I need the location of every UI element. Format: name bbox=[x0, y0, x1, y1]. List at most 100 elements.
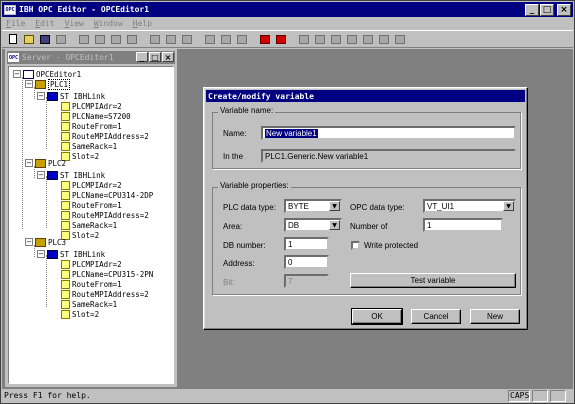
db-number-input[interactable]: 1 bbox=[284, 237, 329, 251]
maximize-button[interactable]: □ bbox=[540, 4, 554, 16]
opc-data-type-select[interactable]: VT_UI1 ▼ bbox=[423, 199, 516, 213]
tree-node-link[interactable]: − ST IBHLink bbox=[37, 249, 105, 259]
dropdown-arrow-icon[interactable]: ▼ bbox=[329, 220, 340, 230]
add-button-2[interactable] bbox=[92, 32, 107, 46]
tree-node-link[interactable]: − ST IBHLink bbox=[37, 170, 105, 180]
tools-button-1[interactable] bbox=[218, 32, 233, 46]
delete-button[interactable] bbox=[124, 32, 139, 46]
tree-node-variable[interactable]: RouteFrom=1 bbox=[61, 279, 122, 289]
tree-node-label: PLC2 bbox=[48, 158, 67, 168]
collapse-icon[interactable]: − bbox=[25, 159, 33, 167]
ok-button[interactable]: OK bbox=[351, 308, 403, 325]
address-input[interactable]: 0 bbox=[284, 255, 329, 269]
server-minimize-button[interactable]: _ bbox=[136, 52, 148, 62]
dropdown-arrow-icon[interactable]: ▼ bbox=[503, 201, 514, 211]
paste-icon bbox=[181, 34, 192, 44]
tree-node-variable[interactable]: RouteFrom=1 bbox=[61, 121, 122, 131]
print-icon bbox=[55, 34, 66, 44]
in-the-label: In the bbox=[223, 152, 244, 161]
menu-view[interactable]: View bbox=[65, 19, 84, 28]
copy-button[interactable] bbox=[163, 32, 178, 46]
server-button-1[interactable] bbox=[328, 32, 343, 46]
menu-edit[interactable]: Edit bbox=[35, 19, 54, 28]
tree-node-variable[interactable]: PLCName=CPU315-2PN bbox=[61, 269, 153, 279]
tree-node-plc2[interactable]: − PLC2 bbox=[25, 158, 66, 168]
connect-icon bbox=[275, 34, 286, 44]
tree-node-label: RouteMPIAddress=2 bbox=[72, 289, 149, 299]
connect-button-1[interactable] bbox=[257, 32, 272, 46]
new-button[interactable] bbox=[5, 32, 20, 46]
tree-node-variable[interactable]: PLCMPIAdr=2 bbox=[61, 259, 122, 269]
collapse-icon[interactable]: − bbox=[13, 70, 21, 78]
tree-node-variable[interactable]: PLCMPIAdr=2 bbox=[61, 101, 122, 111]
minimize-button[interactable]: _ bbox=[525, 4, 539, 16]
tree-node-variable[interactable]: PLCMPIAdr=2 bbox=[61, 180, 122, 190]
tree-node-label: SameRack=1 bbox=[72, 299, 118, 309]
paste-button[interactable] bbox=[179, 32, 194, 46]
menu-window[interactable]: Window bbox=[94, 19, 123, 28]
tree-node-variable[interactable]: Slot=2 bbox=[61, 230, 99, 240]
collapse-icon[interactable]: − bbox=[37, 250, 45, 258]
test-button-2[interactable] bbox=[312, 32, 327, 46]
tools-icon bbox=[236, 34, 247, 44]
tools-button-2[interactable] bbox=[234, 32, 249, 46]
toolbar bbox=[2, 30, 573, 48]
server-button-2[interactable] bbox=[344, 32, 359, 46]
tree-node-root[interactable]: − OPCEditor1 bbox=[13, 69, 81, 79]
lock-button[interactable] bbox=[376, 32, 391, 46]
collapse-icon[interactable]: − bbox=[37, 92, 45, 100]
variable-icon bbox=[61, 269, 70, 279]
bit-input: 7 bbox=[284, 274, 329, 288]
server-button-3[interactable] bbox=[360, 32, 375, 46]
server-icon bbox=[23, 69, 34, 79]
dropdown-arrow-icon[interactable]: ▼ bbox=[329, 201, 340, 211]
server-maximize-button[interactable]: □ bbox=[149, 52, 161, 62]
tree-node-variable[interactable]: PLCName=S7200 bbox=[61, 111, 131, 121]
tree-node-plc3[interactable]: − PLC3 bbox=[25, 237, 66, 247]
area-select[interactable]: DB ▼ bbox=[284, 218, 342, 232]
write-protected-checkbox[interactable] bbox=[351, 241, 360, 250]
collapse-icon[interactable]: − bbox=[37, 171, 45, 179]
tree-node-variable[interactable]: SameRack=1 bbox=[61, 220, 117, 230]
cut-icon bbox=[149, 34, 160, 44]
tree-node-variable[interactable]: RouteMPIAddress=2 bbox=[61, 210, 149, 220]
print-button[interactable] bbox=[53, 32, 68, 46]
tree-node-variable[interactable]: PLCName=CPU314-2DP bbox=[61, 190, 153, 200]
status-text: Press F1 for help. bbox=[4, 391, 91, 400]
tree-node-label: ST IBHLink bbox=[60, 170, 106, 180]
menu-help[interactable]: Help bbox=[133, 19, 152, 28]
close-button[interactable]: × bbox=[557, 4, 571, 16]
name-input[interactable]: New variable1 bbox=[261, 126, 516, 140]
tree-node-plc1[interactable]: − PLC1 bbox=[25, 78, 71, 90]
collapse-icon[interactable]: − bbox=[25, 80, 33, 88]
tree-node-label: Slot=2 bbox=[72, 230, 100, 240]
add-button-1[interactable] bbox=[76, 32, 91, 46]
tree-node-variable[interactable]: Slot=2 bbox=[61, 309, 99, 319]
collapse-icon[interactable]: − bbox=[25, 238, 33, 246]
cancel-button[interactable]: Cancel bbox=[411, 309, 461, 324]
menu-file[interactable]: File bbox=[6, 19, 25, 28]
tree-node-link[interactable]: − ST IBHLink bbox=[37, 91, 105, 101]
plc-data-type-select[interactable]: BYTE ▼ bbox=[284, 199, 342, 213]
save-button[interactable] bbox=[37, 32, 52, 46]
tree-node-variable[interactable]: SameRack=1 bbox=[61, 141, 117, 151]
connect-button-2[interactable] bbox=[273, 32, 288, 46]
test-variable-button[interactable]: Test variable bbox=[350, 273, 516, 288]
tree-node-variable[interactable]: RouteMPIAddress=2 bbox=[61, 289, 149, 299]
window-controls: _ □ × bbox=[525, 4, 571, 16]
open-button[interactable] bbox=[21, 32, 36, 46]
variable-icon bbox=[61, 180, 70, 190]
test-icon bbox=[314, 34, 325, 44]
add-button-3[interactable] bbox=[108, 32, 123, 46]
test-button-1[interactable] bbox=[296, 32, 311, 46]
help-button[interactable] bbox=[392, 32, 407, 46]
tree-node-variable[interactable]: RouteMPIAddress=2 bbox=[61, 131, 149, 141]
server-close-button[interactable]: × bbox=[162, 52, 174, 62]
tree-node-variable[interactable]: SameRack=1 bbox=[61, 299, 117, 309]
find-button[interactable] bbox=[202, 32, 217, 46]
tree-node-variable[interactable]: RouteFrom=1 bbox=[61, 200, 122, 210]
new-button[interactable]: New bbox=[470, 309, 520, 324]
number-of-input[interactable]: 1 bbox=[423, 218, 503, 232]
cut-button[interactable] bbox=[147, 32, 162, 46]
tree-node-variable[interactable]: Slot=2 bbox=[61, 151, 99, 161]
